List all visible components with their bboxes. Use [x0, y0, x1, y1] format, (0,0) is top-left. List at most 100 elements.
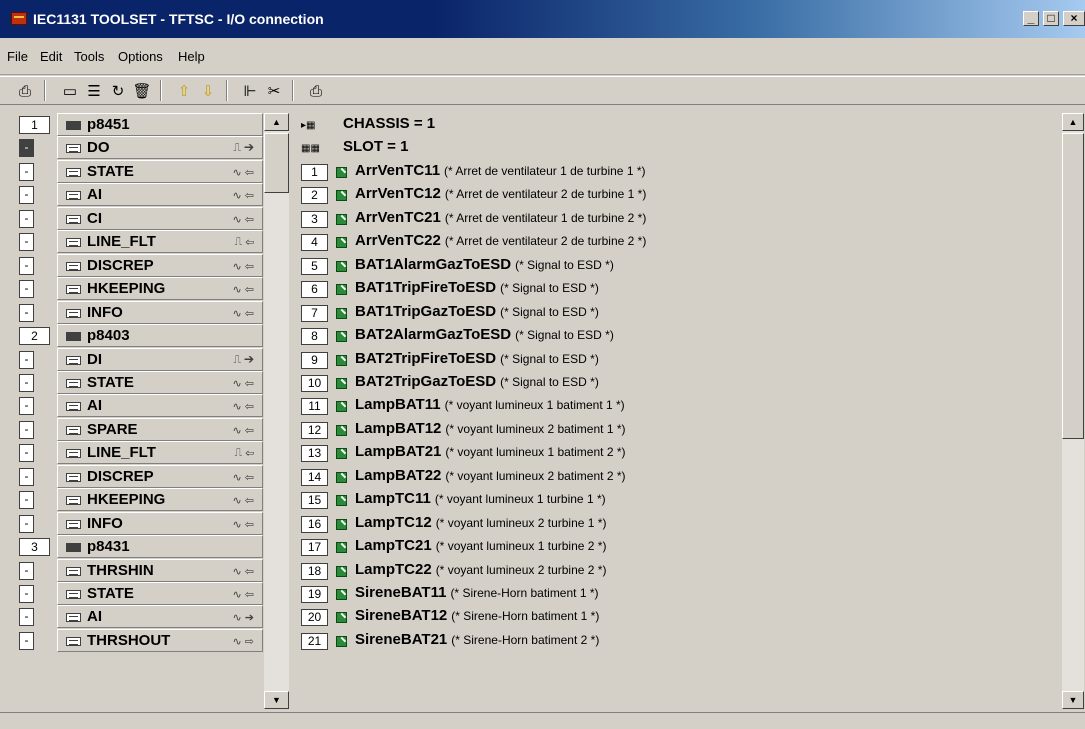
- channel-number[interactable]: 9: [301, 351, 328, 369]
- tree-label-cell[interactable]: AI ∿ ➔: [57, 605, 263, 629]
- menu-help[interactable]: Help: [178, 49, 205, 64]
- card-icon[interactable]: ▭: [60, 81, 80, 101]
- channel-number[interactable]: 10: [301, 374, 328, 392]
- variable-row[interactable]: 9 BAT2TripFireToESD (* Signal to ESD *): [297, 348, 1057, 371]
- tree-channel-row[interactable]: - HKEEPING ∿ ⇦: [17, 488, 263, 512]
- channel-number[interactable]: 19: [301, 586, 328, 603]
- channel-toggle[interactable]: -: [19, 514, 34, 533]
- tree-channel-row[interactable]: - AI ∿ ⇦: [17, 183, 263, 207]
- variable-row[interactable]: 18 LampTC22 (* voyant lumineux 2 turbine 2…: [297, 559, 1057, 582]
- close-button[interactable]: ×: [1063, 11, 1085, 26]
- variable-row[interactable]: 17 LampTC21 (* voyant lumineux 1 turbine 2…: [297, 535, 1057, 558]
- variable-row[interactable]: 10 BAT2TripGazToESD (* Signal to ESD *): [297, 371, 1057, 394]
- scroll-up-button[interactable]: ▲: [264, 113, 289, 131]
- channel-number[interactable]: 13: [301, 445, 328, 463]
- channel-toggle[interactable]: -: [19, 420, 34, 439]
- variable-row[interactable]: 3 ArrVenTC21 (* Arret de ventilateur 1 de …: [297, 207, 1057, 230]
- arrow-up-icon[interactable]: ⇧: [174, 81, 194, 101]
- tree-label-cell[interactable]: STATE ∿ ⇦: [57, 582, 263, 605]
- channel-toggle[interactable]: -: [19, 444, 34, 463]
- module-index[interactable]: 3: [19, 538, 50, 557]
- variable-row[interactable]: 14 LampBAT22 (* voyant lumineux 2 batiment…: [297, 465, 1057, 488]
- tree-channel-row[interactable]: - CI ∿ ⇦: [17, 206, 263, 230]
- tree-channel-row[interactable]: - AI ∿ ⇦: [17, 394, 263, 418]
- variable-row[interactable]: 11 LampBAT11 (* voyant lumineux 1 batiment…: [297, 394, 1057, 417]
- right-scrollbar[interactable]: ▲ ▼: [1062, 113, 1084, 709]
- slot-row[interactable]: ▦▦ SLOT = 1: [297, 136, 1057, 159]
- tree-channel-row[interactable]: - STATE ∿ ⇦: [17, 582, 263, 605]
- tree-label-cell[interactable]: p8451: [57, 113, 263, 136]
- tree-channel-row[interactable]: - INFO ∿ ⇦: [17, 300, 263, 324]
- menu-file[interactable]: File: [7, 49, 28, 64]
- channel-toggle[interactable]: -: [19, 631, 34, 650]
- tree-label-cell[interactable]: THRSHOUT ∿ ⇨: [57, 628, 263, 652]
- tree-channel-row[interactable]: - DISCREP ∿ ⇦: [17, 464, 263, 488]
- channel-number[interactable]: 3: [301, 210, 328, 228]
- tree-label-cell[interactable]: SPARE ∿ ⇦: [57, 417, 263, 441]
- channel-toggle[interactable]: -: [19, 139, 34, 158]
- tree-channel-row[interactable]: - DISCREP ∿ ⇦: [17, 253, 263, 277]
- menu-edit[interactable]: Edit: [40, 49, 62, 64]
- tree-label-cell[interactable]: DI ⎍ ➔: [57, 347, 263, 371]
- channel-number[interactable]: 14: [301, 468, 328, 486]
- cut-icon[interactable]: ✂: [264, 81, 284, 101]
- variable-row[interactable]: 2 ArrVenTC12 (* Arret de ventilateur 2 de …: [297, 183, 1057, 206]
- arrow-down-icon[interactable]: ⇩: [198, 81, 218, 101]
- tree-label-cell[interactable]: STATE ∿ ⇦: [57, 370, 263, 394]
- channel-number[interactable]: 8: [301, 328, 328, 346]
- left-scrollbar[interactable]: ▲ ▼: [264, 113, 289, 709]
- channel-number[interactable]: 11: [301, 398, 328, 416]
- tree-channel-row[interactable]: - DI ⎍ ➔: [17, 347, 263, 371]
- tree-label-cell[interactable]: INFO ∿ ⇦: [57, 511, 263, 535]
- tree-label-cell[interactable]: DISCREP ∿ ⇦: [57, 464, 263, 488]
- channel-number[interactable]: 20: [301, 609, 328, 627]
- variable-row[interactable]: 16 LampTC12 (* voyant lumineux 2 turbine 1…: [297, 512, 1057, 535]
- tree-channel-row[interactable]: - LINE_FLT ⎍ ⇦: [17, 441, 263, 465]
- channel-toggle[interactable]: -: [19, 162, 34, 181]
- tree-label-cell[interactable]: DO ⎍ ➔: [57, 136, 263, 160]
- tree-channel-row[interactable]: - STATE ∿ ⇦: [17, 370, 263, 394]
- tree-channel-row[interactable]: - STATE ∿ ⇦: [17, 159, 263, 183]
- variable-row[interactable]: 5 BAT1AlarmGazToESD (* Signal to ESD *): [297, 254, 1057, 277]
- tree-channel-row[interactable]: - SPARE ∿ ⇦: [17, 417, 263, 441]
- scroll-thumb[interactable]: [1062, 133, 1084, 439]
- channel-toggle[interactable]: -: [19, 608, 34, 627]
- channel-number[interactable]: 4: [301, 234, 328, 252]
- tree-channel-row[interactable]: - INFO ∿ ⇦: [17, 511, 263, 535]
- tree-label-cell[interactable]: LINE_FLT ⎍ ⇦: [57, 230, 263, 254]
- tree-label-cell[interactable]: INFO ∿ ⇦: [57, 300, 263, 324]
- tree-channel-row[interactable]: - HKEEPING ∿ ⇦: [17, 277, 263, 301]
- tree-label-cell[interactable]: HKEEPING ∿ ⇦: [57, 488, 263, 512]
- tree-label-cell[interactable]: AI ∿ ⇦: [57, 183, 263, 207]
- channel-toggle[interactable]: -: [19, 186, 34, 205]
- channel-number[interactable]: 6: [301, 281, 328, 299]
- channel-toggle[interactable]: -: [19, 350, 34, 369]
- channel-toggle[interactable]: -: [19, 233, 34, 252]
- open-icon[interactable]: ⎙: [15, 81, 35, 101]
- minimize-button[interactable]: _: [1023, 11, 1039, 26]
- variable-row[interactable]: 15 LampTC11 (* voyant lumineux 1 turbine 1…: [297, 488, 1057, 511]
- tree-channel-row[interactable]: - DO ⎍ ➔: [17, 136, 263, 160]
- channel-number[interactable]: 12: [301, 421, 328, 439]
- scroll-down-button[interactable]: ▼: [1062, 691, 1084, 709]
- tree-module-row[interactable]: 1 p8451: [17, 113, 263, 136]
- channel-toggle[interactable]: -: [19, 256, 34, 275]
- menu-tools[interactable]: Tools: [74, 49, 104, 64]
- tree-channel-row[interactable]: - THRSHIN ∿ ⇦: [17, 558, 263, 582]
- channel-number[interactable]: 1: [301, 163, 328, 181]
- tree-module-row[interactable]: 3 p8431: [17, 535, 263, 559]
- tree-label-cell[interactable]: LINE_FLT ⎍ ⇦: [57, 441, 263, 465]
- tree-label-cell[interactable]: p8431: [57, 535, 263, 559]
- variable-row[interactable]: 12 LampBAT12 (* voyant lumineux 2 batiment…: [297, 418, 1057, 441]
- variable-row[interactable]: 19 SireneBAT11 (* Sirene-Horn batiment 1 *…: [297, 582, 1057, 605]
- channel-toggle[interactable]: -: [19, 209, 34, 228]
- channel-toggle[interactable]: -: [19, 561, 34, 580]
- connect-icon[interactable]: ↻: [108, 81, 128, 101]
- variable-row[interactable]: 6 BAT1TripFireToESD (* Signal to ESD *): [297, 277, 1057, 300]
- tree-label-cell[interactable]: THRSHIN ∿ ⇦: [57, 558, 263, 582]
- channel-number[interactable]: 17: [301, 539, 328, 557]
- module-index[interactable]: 1: [19, 116, 50, 134]
- scroll-up-button[interactable]: ▲: [1062, 113, 1084, 131]
- tree-channel-row[interactable]: - LINE_FLT ⎍ ⇦: [17, 230, 263, 254]
- tree-label-cell[interactable]: STATE ∿ ⇦: [57, 159, 263, 183]
